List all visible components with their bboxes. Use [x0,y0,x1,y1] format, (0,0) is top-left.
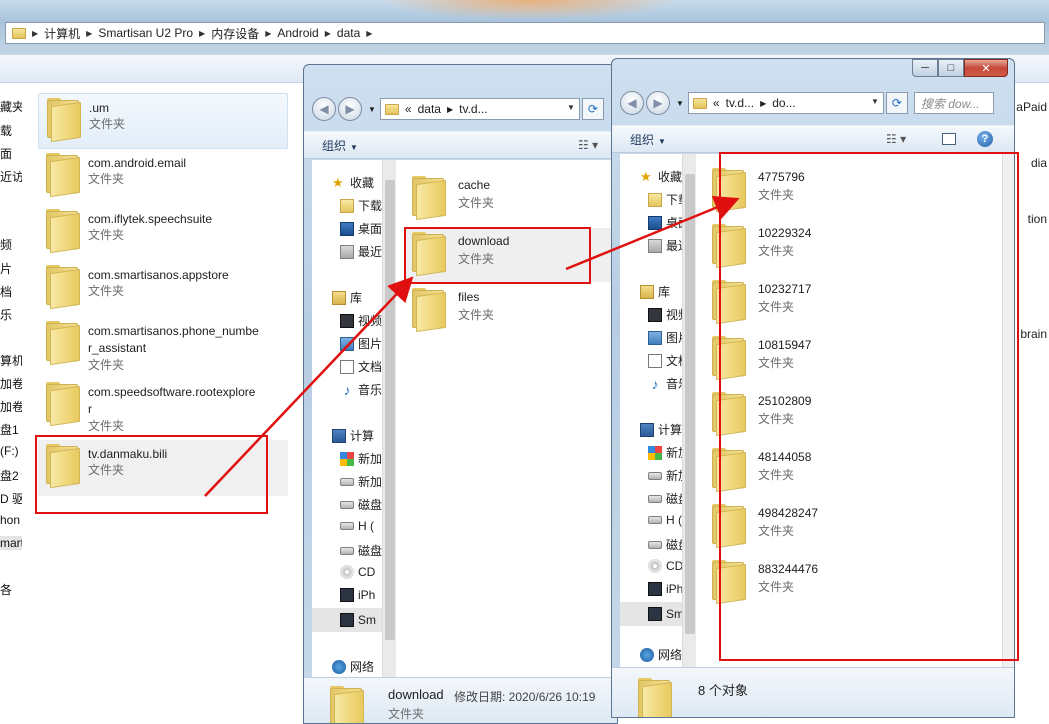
arrow-download-to-folders [565,195,740,271]
annotation-arrows [204,195,740,497]
arrow-bili-to-download [204,276,414,497]
